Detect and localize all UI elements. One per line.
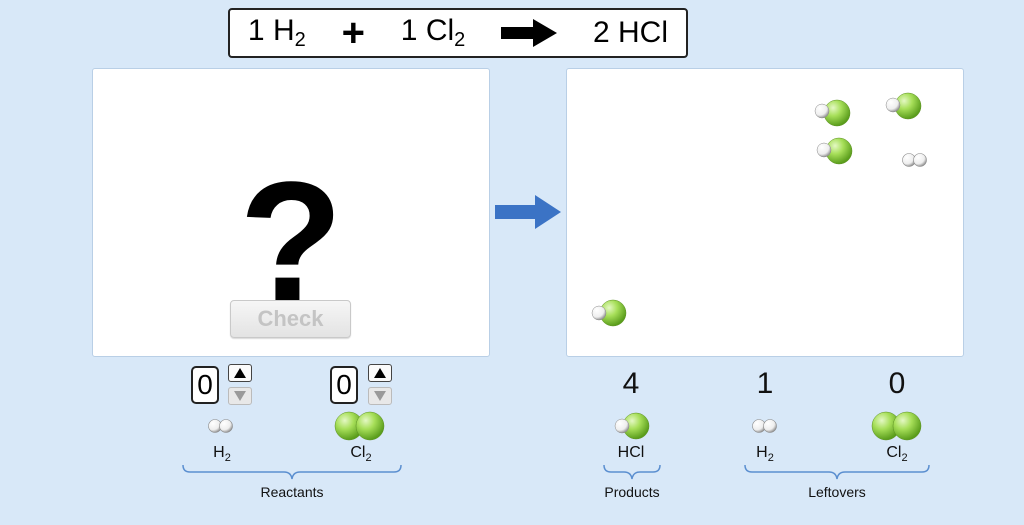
leftovers-brace [744, 464, 930, 480]
h2-decrement-button[interactable] [228, 387, 252, 405]
h2-molecule-icon [208, 419, 233, 433]
h2-label: H2 [213, 444, 231, 465]
hcl-term: 2 HCl [592, 16, 669, 49]
cl2-quantity-value[interactable]: 0 [330, 366, 358, 404]
hcl-molecule-icon [885, 92, 922, 120]
cl2-molecule-icon [334, 411, 385, 441]
hcl-molecule-icon [816, 137, 853, 165]
cl2-increment-button[interactable] [368, 364, 392, 382]
h2-leftover-count: 1 [756, 367, 774, 400]
products-label: Products [604, 484, 660, 500]
down-triangle-icon [234, 391, 246, 401]
hcl-product-label: HCl [617, 444, 645, 461]
reactants-label: Reactants [260, 484, 324, 500]
products-brace [603, 464, 661, 480]
cl2-leftover-label: Cl2 [886, 444, 908, 465]
cl2-leftover-count: 0 [888, 367, 906, 400]
up-triangle-icon [374, 368, 386, 378]
right-arrow-icon [495, 195, 561, 229]
reaction-equation: 1 H2 + 1 Cl2 2 HCl [228, 8, 688, 58]
h2-molecule-icon [752, 419, 777, 433]
leftovers-label: Leftovers [808, 484, 866, 500]
hcl-molecule-icon [814, 99, 851, 127]
h2-term: 1 H2 [247, 14, 306, 51]
check-button[interactable]: Check [230, 300, 351, 338]
cl2-molecule-icon [871, 411, 922, 441]
h2-increment-button[interactable] [228, 364, 252, 382]
reaction-arrow-icon [501, 19, 558, 47]
cl2-decrement-button[interactable] [368, 387, 392, 405]
up-triangle-icon [234, 368, 246, 378]
hcl-molecule-icon [614, 412, 650, 440]
h2-leftover-label: H2 [756, 444, 774, 465]
reactants-brace [182, 464, 402, 480]
h2-quantity-value[interactable]: 0 [191, 366, 219, 404]
hcl-molecule-icon [591, 299, 627, 327]
cl2-label: Cl2 [350, 444, 372, 465]
cl2-term: 1 Cl2 [400, 14, 466, 51]
h2-molecule-icon [902, 153, 927, 167]
plus-sign: + [341, 11, 365, 55]
hcl-product-count: 4 [622, 367, 640, 400]
down-triangle-icon [374, 391, 386, 401]
